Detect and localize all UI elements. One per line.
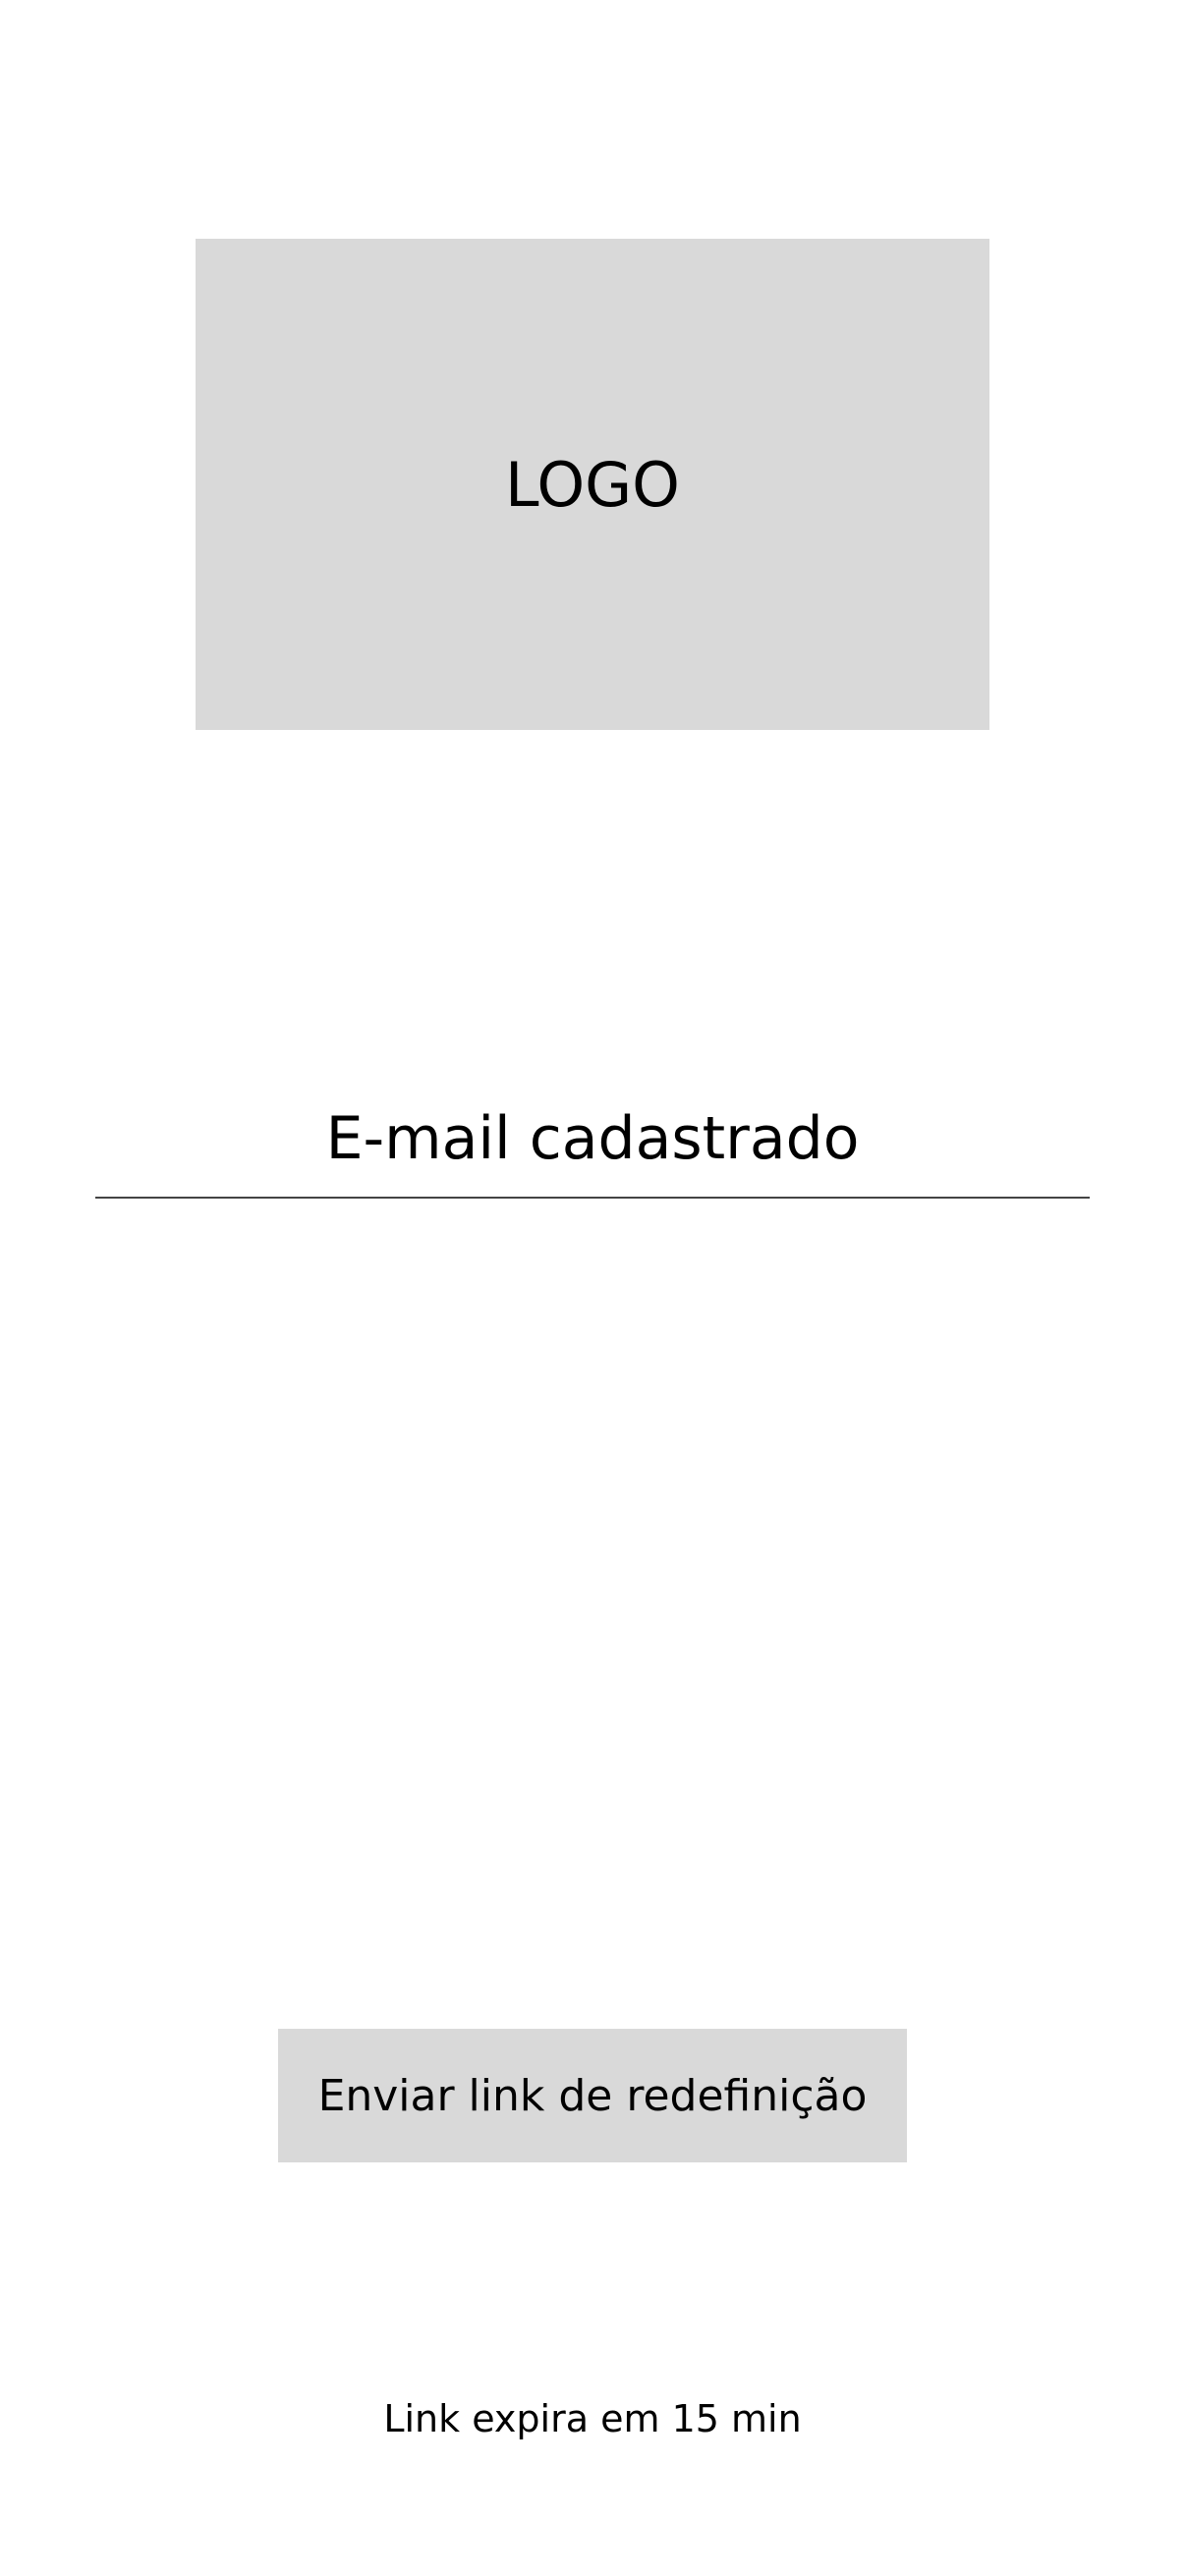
logo-label: LOGO — [505, 448, 680, 521]
send-reset-link-label: Enviar link de redefinição — [317, 2070, 868, 2121]
send-reset-link-button[interactable]: Enviar link de redefinição — [278, 2029, 907, 2162]
logo-placeholder: LOGO — [196, 239, 989, 730]
email-input[interactable] — [95, 1081, 1090, 1197]
email-field-container — [95, 1081, 1090, 1199]
link-expiry-note: Link expira em 15 min — [383, 2397, 802, 2440]
